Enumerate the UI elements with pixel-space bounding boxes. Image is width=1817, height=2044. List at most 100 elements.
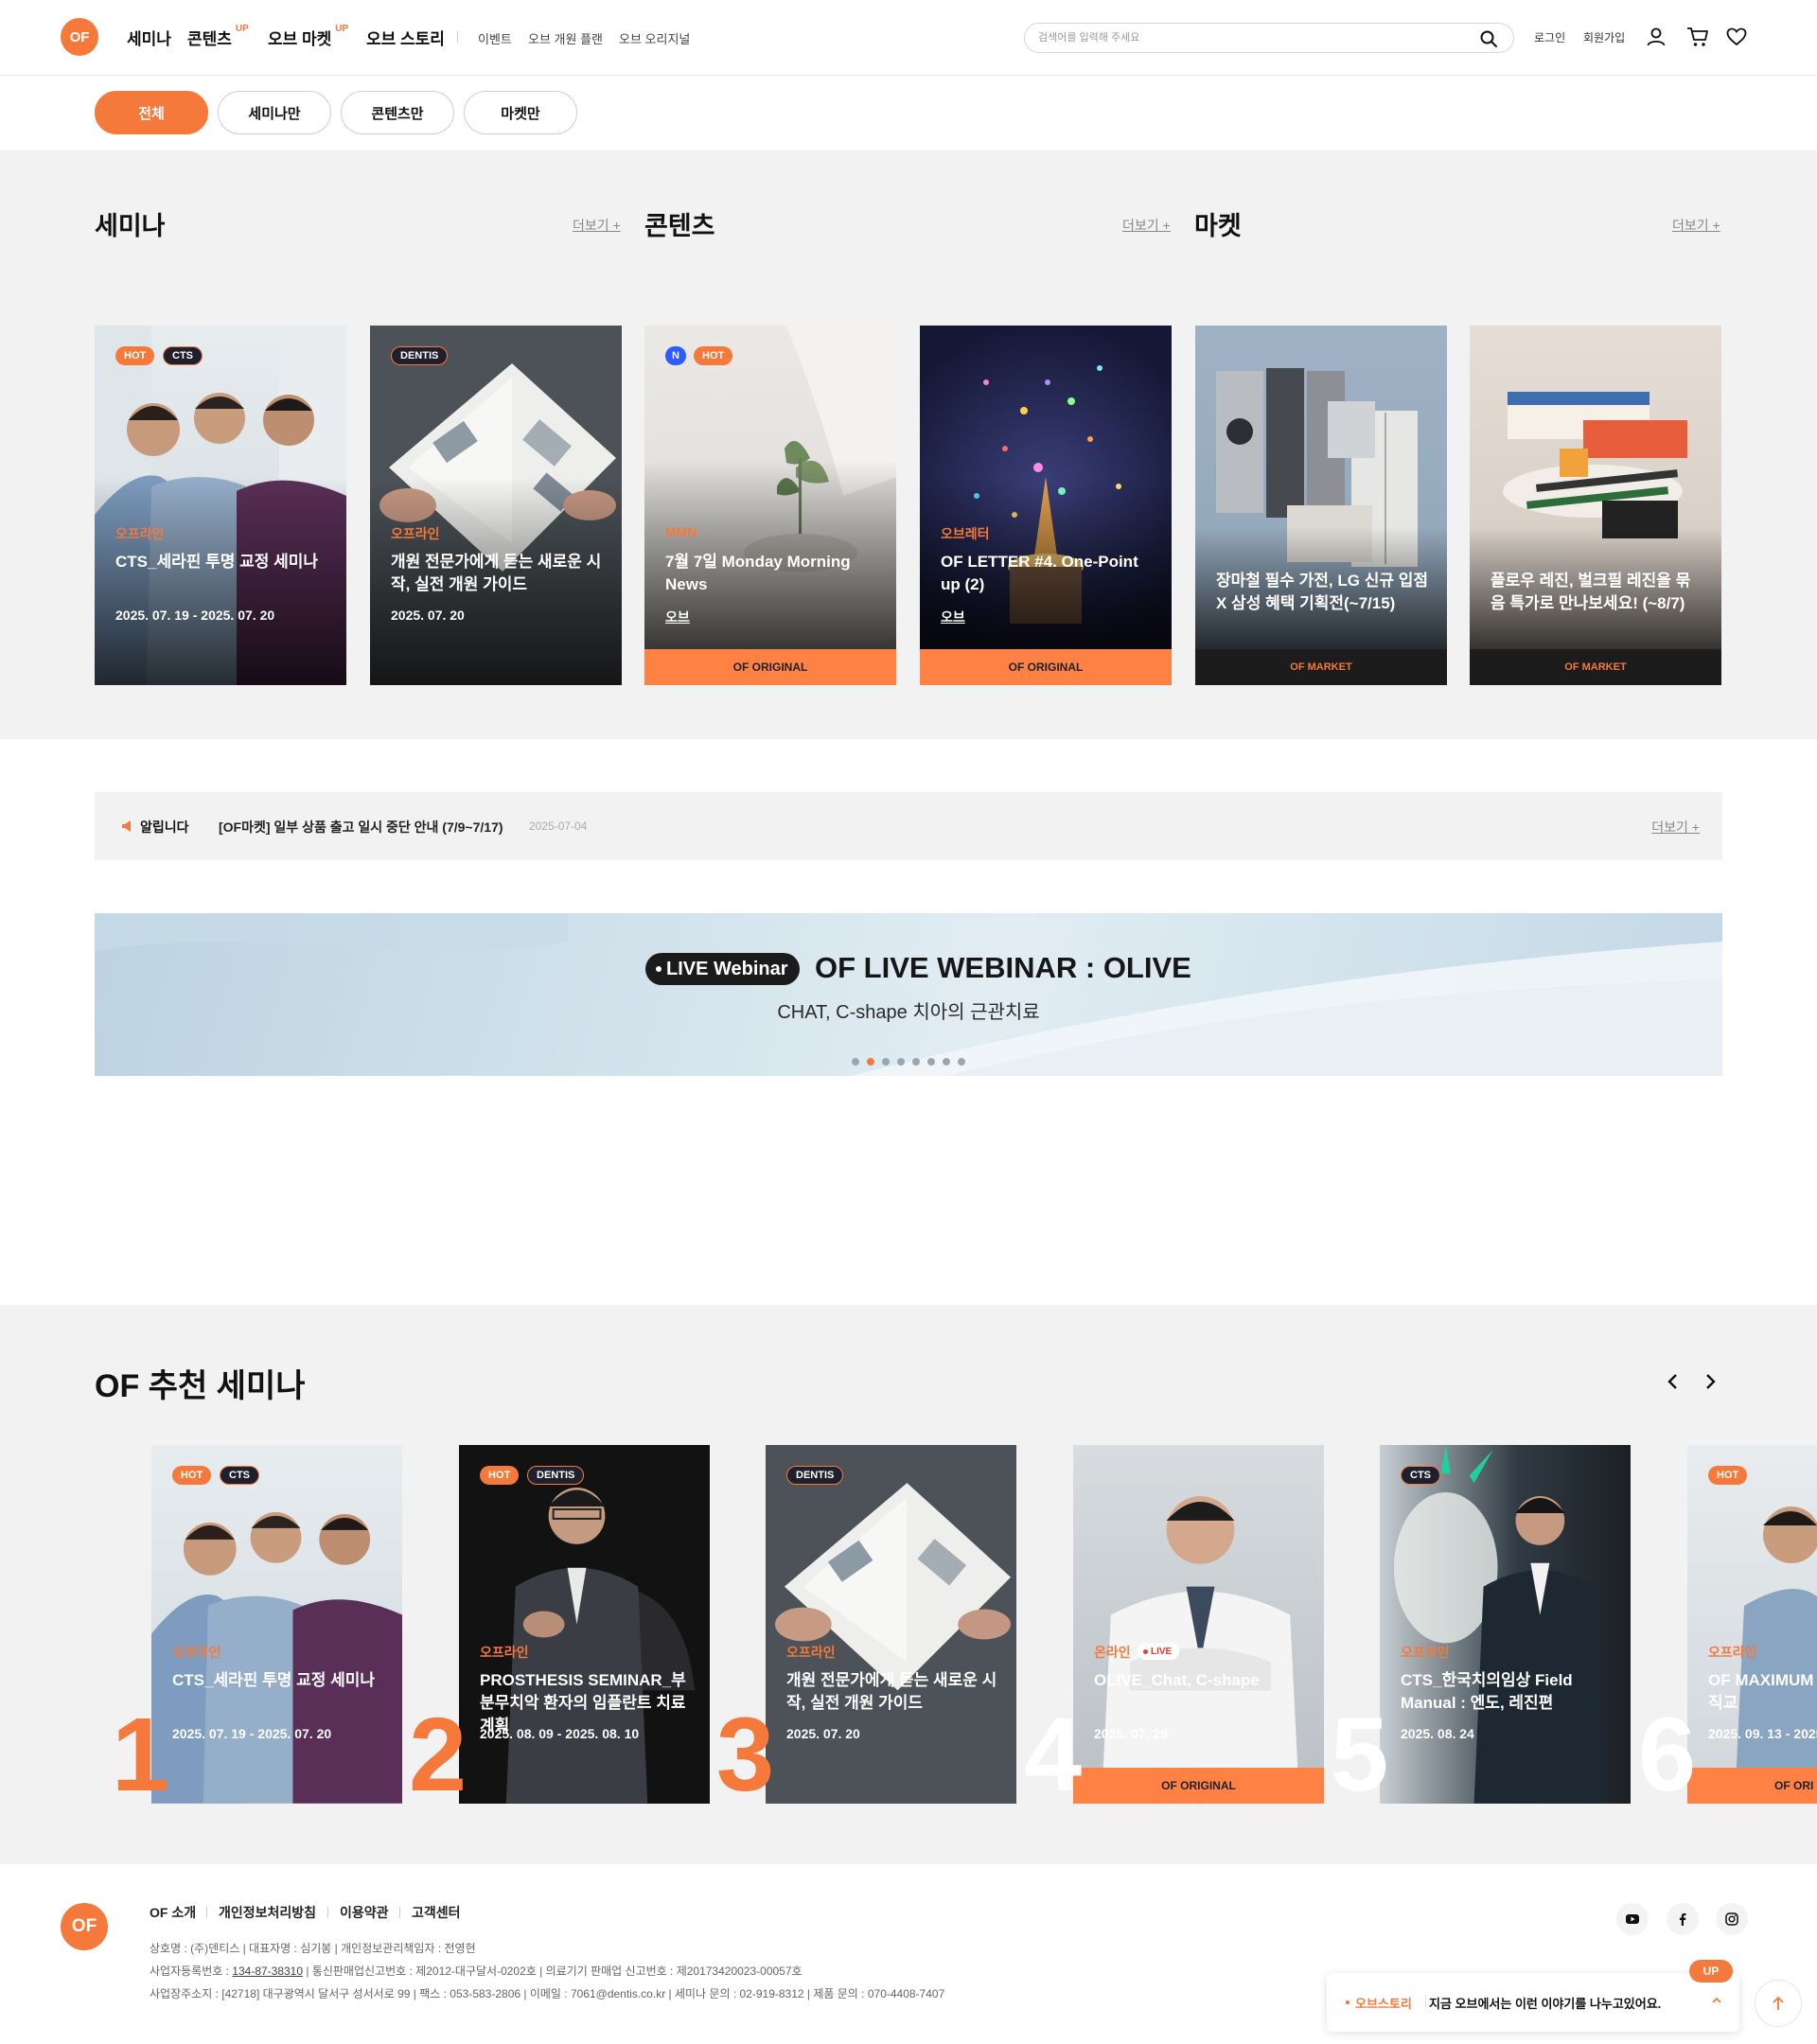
cart-icon[interactable]: [1686, 26, 1709, 47]
card-date: 2025. 07. 29: [1094, 1726, 1168, 1741]
footer-support-link[interactable]: 고객센터: [412, 1903, 461, 1922]
seminar-card[interactable]: DENTIS 오프라인 개원 전문가에게 듣는 새로운 시작, 실전 개원 가이…: [370, 326, 622, 685]
heart-icon[interactable]: [1726, 27, 1747, 46]
card-category: 오프라인: [391, 526, 440, 541]
market-bar: OF MARKET: [1195, 649, 1447, 685]
footer-about-link[interactable]: OF 소개: [150, 1903, 196, 1922]
company-info: 상호명 : (주)덴티스 | 대표자명 : 심기봉 | 개인정보관리책임자 : …: [150, 1942, 476, 1955]
facebook-icon[interactable]: [1667, 1903, 1699, 1935]
instagram-icon[interactable]: [1716, 1903, 1748, 1935]
dentis-badge: DENTIS: [786, 1466, 844, 1485]
card-date: 2025. 09. 13 - 2025: [1708, 1726, 1817, 1741]
footer-logo: OF: [61, 1903, 108, 1950]
biz-label: 사업자등록번호 :: [150, 1965, 233, 1978]
recommend-card[interactable]: 온라인 LIVE OLIVE_Chat, C-shape 2025. 07. 2…: [1073, 1445, 1324, 1804]
pagination-dot[interactable]: [927, 1058, 935, 1066]
hot-badge: HOT: [172, 1466, 212, 1485]
login-link[interactable]: 로그인: [1534, 29, 1565, 45]
card-category: 오프라인: [172, 1645, 221, 1660]
search-icon[interactable]: [1479, 29, 1498, 48]
signup-link[interactable]: 회원가입: [1583, 29, 1625, 45]
notice-link[interactable]: [OF마켓] 일부 상품 출고 일시 중단 안내 (7/9~7/17): [219, 818, 503, 837]
live-dot-icon: [1143, 1649, 1148, 1654]
recommend-card[interactable]: HOT CTS 오프라인 CTS_세라핀 투명 교정 세미나 2025. 07.…: [151, 1445, 402, 1804]
rank-number: 3: [716, 1697, 775, 1813]
notice-more-link[interactable]: 더보기 +: [1651, 818, 1700, 837]
hot-badge: HOT: [115, 346, 155, 365]
pagination-dot[interactable]: [852, 1058, 859, 1066]
footer-privacy-link[interactable]: 개인정보처리방침: [219, 1903, 316, 1922]
pagination-dot[interactable]: [867, 1058, 874, 1066]
card-date: 2025. 07. 19 - 2025. 07. 20: [115, 608, 275, 623]
rank-number: 6: [1638, 1697, 1697, 1813]
card-category: 오프라인: [1401, 1645, 1450, 1660]
card-date: 2025. 08. 09 - 2025. 08. 10: [480, 1726, 640, 1741]
card-author[interactable]: 오브: [941, 608, 965, 626]
market-card[interactable]: 플로우 레진, 벌크필 레진을 묶음 특가로 만나보세요! (~8/7) OF …: [1470, 326, 1721, 685]
webinar-banner[interactable]: LIVE Webinar OF LIVE WEBINAR : OLIVE CHA…: [95, 913, 1722, 1076]
nav-content[interactable]: 콘텐츠UP: [187, 24, 249, 49]
card-title: 장마철 필수 가전, LG 신규 입점 X 삼성 혜택 기획전(~7/15): [1216, 572, 1428, 612]
pagination-dot[interactable]: [943, 1058, 950, 1066]
cts-badge: CTS: [1401, 1466, 1440, 1485]
filter-seminar[interactable]: 세미나만: [218, 91, 331, 134]
user-icon[interactable]: [1646, 26, 1667, 47]
banner-subtitle: CHAT, C-shape 치아의 근관치료: [777, 1002, 1040, 1023]
biz-number-link[interactable]: 134-87-38310: [232, 1965, 303, 1978]
youtube-icon[interactable]: [1616, 1903, 1649, 1935]
card-image: [766, 1445, 1016, 1804]
card-title: OF LETTER #4. One-Point up (2): [941, 553, 1138, 593]
seminar-more-link[interactable]: 더보기 +: [573, 216, 621, 235]
nav-label: 세미나: [127, 30, 171, 48]
nav-divider: [457, 31, 458, 43]
site-logo[interactable]: OF: [61, 18, 98, 56]
pagination-dot[interactable]: [897, 1058, 905, 1066]
card-image: [1073, 1445, 1324, 1804]
content-card[interactable]: N HOT MMN 7월 7일 Monday Morning News 오브 O…: [644, 326, 896, 685]
scroll-top-button[interactable]: [1755, 1980, 1802, 2027]
nav-market[interactable]: 오브 마켓UP: [268, 24, 348, 49]
pagination-dot[interactable]: [912, 1058, 920, 1066]
recommend-card[interactable]: DENTIS 오프라인 개원 전문가에게 듣는 새로운 시작, 실전 개원 가이…: [766, 1445, 1016, 1804]
nav-label: 콘텐츠: [187, 30, 232, 48]
chevron-right-icon[interactable]: [1702, 1372, 1718, 1391]
content-more-link[interactable]: 더보기 +: [1122, 216, 1171, 235]
pagination-dot[interactable]: [958, 1058, 965, 1066]
market-card[interactable]: 장마철 필수 가전, LG 신규 입점 X 삼성 혜택 기획전(~7/15) O…: [1195, 326, 1447, 685]
original-bar: OF ORIGINAL: [920, 649, 1172, 685]
pagination-dot[interactable]: [882, 1058, 890, 1066]
original-bar: OF ORIGINAL: [1073, 1768, 1324, 1804]
nav-label: 오브 마켓: [268, 30, 332, 48]
story-widget[interactable]: 오브스토리 지금 오브에서는 이런 이야기를 나누고있어요.: [1327, 1973, 1739, 2032]
search-input[interactable]: [1038, 29, 1455, 46]
filter-content[interactable]: 콘텐츠만: [341, 91, 454, 134]
filter-all[interactable]: 전체: [95, 91, 208, 134]
nav-event[interactable]: 이벤트: [478, 29, 512, 47]
nav-original[interactable]: 오브 오리지널: [619, 29, 690, 47]
footer-terms-link[interactable]: 이용약관: [340, 1903, 389, 1922]
recommend-card[interactable]: HOT DENTIS 오프라인 PROSTHESIS SEMINAR_부분무치악…: [459, 1445, 710, 1804]
nav-seminar[interactable]: 세미나: [127, 26, 171, 49]
card-title: CTS_세라핀 투명 교정 세미나: [115, 553, 319, 571]
market-more-link[interactable]: 더보기 +: [1672, 216, 1720, 235]
chevron-left-icon[interactable]: [1666, 1372, 1681, 1391]
hot-badge: HOT: [480, 1466, 520, 1485]
seminar-card[interactable]: HOT CTS 오프라인 CTS_세라핀 투명 교정 세미나 2025. 07.…: [95, 326, 346, 685]
nav-story[interactable]: 오브 스토리: [366, 26, 445, 49]
original-bar: OF ORI: [1687, 1768, 1817, 1804]
nav-open-plan[interactable]: 오브 개원 플랜: [528, 29, 603, 47]
filter-market[interactable]: 마켓만: [464, 91, 577, 134]
content-card[interactable]: 오브레터 OF LETTER #4. One-Point up (2) 오브 O…: [920, 326, 1172, 685]
arrow-up-icon: [1772, 1996, 1785, 2011]
new-badge: N: [665, 346, 686, 365]
recommend-card[interactable]: CTS 오프라인 CTS_한국치의임상 Field Manual : 엔도, 레…: [1380, 1445, 1631, 1804]
card-image: [151, 1445, 402, 1804]
card-title: OF MAXIMUM CR_성공적인 수직교: [1708, 1671, 1817, 1712]
card-author[interactable]: 오브: [665, 608, 690, 626]
card-category: 오프라인: [115, 526, 165, 541]
nav-label: 오브 스토리: [366, 30, 445, 48]
card-category: 온라인: [1094, 1645, 1131, 1660]
recommend-card[interactable]: HOT 오프라인 OF MAXIMUM CR_성공적인 수직교 2025. 09…: [1687, 1445, 1817, 1804]
registration-rest: | 통신판매업신고번호 : 제2012-대구달서-0202호 | 의료기기 판매…: [303, 1965, 803, 1978]
chevron-up-icon[interactable]: [1711, 1996, 1722, 2005]
